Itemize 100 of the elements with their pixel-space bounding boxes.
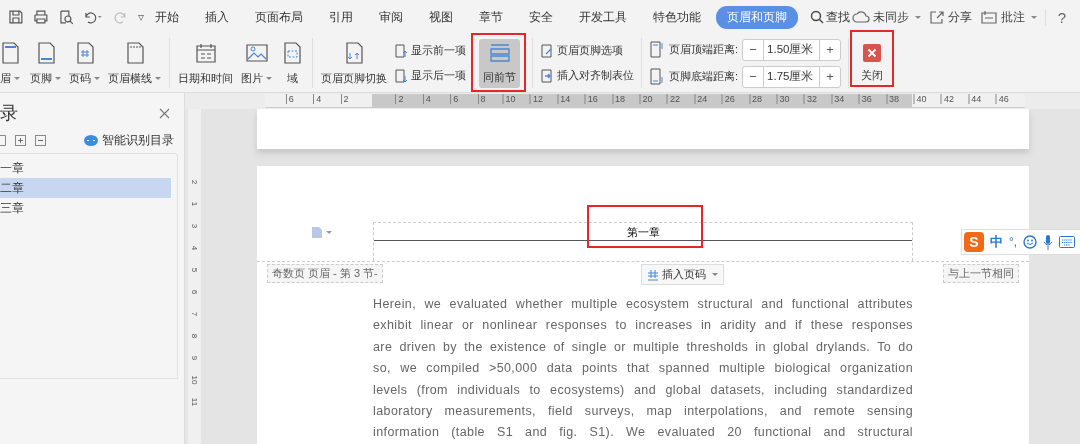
expand-icon[interactable] [15,134,26,146]
ruler-number: 16 [584,94,598,104]
close-icon [863,43,882,62]
decrease-button[interactable]: − [743,66,764,87]
ruler-number: 46 [995,94,1009,104]
close-icon[interactable] [159,107,170,119]
punctuation-toggle[interactable]: °, [1009,235,1018,249]
ruler-number: 4 [422,94,431,104]
distance-label: 页脚底端距离: [669,69,739,84]
ruler-number: 30 [776,94,790,104]
ruler-number: 34 [831,94,845,104]
distance-field[interactable]: 1.50厘米 [763,39,821,60]
pagenum-button[interactable]: 页码 [65,38,104,88]
ruler-number: 24 [694,94,708,104]
show-next-button[interactable]: 显示后一项 [394,65,466,86]
share-icon [928,9,945,25]
share-button[interactable]: 分享 [928,8,972,26]
menu-tab[interactable]: 插入 [194,5,240,29]
toc-item[interactable]: 三章 [0,198,171,218]
section-label: 奇数页 页眉 - 第 3 节- [267,264,383,283]
highlight-frame [471,32,526,92]
increase-button[interactable]: + [820,39,841,60]
footer-button[interactable]: 页脚 [26,38,65,88]
ruler-number: 10 [502,94,516,104]
ruler-number: 20 [639,94,653,104]
header-button[interactable]: 眉 [0,38,26,88]
distance-field[interactable]: 1.75厘米 [763,66,821,87]
help-button[interactable]: ? [1044,8,1066,26]
ruler-number: 26 [721,94,735,104]
vertical-ruler: 2 1 3 4 5 6 7 8 9 10 11 [188,109,201,444]
menu-tab[interactable]: 视图 [418,5,464,29]
ruler-number: 44 [968,94,982,104]
find-button[interactable]: 查找 [810,8,850,26]
document-icon [540,42,554,59]
print-icon[interactable] [32,9,49,25]
ruler-number: 6 [285,94,294,104]
footer-margin-icon [649,68,665,85]
close-button[interactable]: 关闭 [853,43,892,83]
menu-tab[interactable]: 特色功能 [642,5,712,29]
header-margin-icon [649,41,665,58]
search-icon [810,10,824,24]
document-icon[interactable] [311,226,333,238]
page-number-icon [647,268,660,281]
document-icon [540,67,554,84]
microphone-icon[interactable] [1043,234,1054,250]
menu-tab[interactable]: 引用 [318,5,364,29]
ruler-number: 8 [477,94,486,104]
distance-label: 页眉顶端距离: [669,42,739,57]
smiley-icon[interactable] [1023,235,1038,249]
insert-tab-stop-button[interactable]: 插入对齐制表位 [540,65,634,86]
header-area[interactable]: 第一章 [373,222,913,261]
ruler-number: 40 [913,94,927,104]
ruler-number: 2 [340,94,349,104]
calendar-button[interactable]: 日期和时间 [174,38,237,88]
comment-button[interactable]: 批注 [979,8,1037,26]
decrease-button[interactable]: − [743,39,764,60]
comment-icon [979,9,998,25]
increase-button[interactable]: + [820,66,841,87]
menu-tab[interactable]: 开发工具 [568,5,638,29]
header-text: 第一章 [374,223,912,241]
ruler-number: 2 [395,94,404,104]
highlight-frame [850,29,895,87]
panel-title: 录 [0,102,18,125]
switch-button[interactable]: 页眉页脚切换 [317,38,391,88]
field-button[interactable]: 域 [276,38,308,88]
menu-tab[interactable]: 安全 [518,5,564,29]
toc-item[interactable]: 二章 [0,178,171,198]
menu-tab[interactable]: 审阅 [368,5,414,29]
menu-tab[interactable]: 开始 [144,5,190,29]
insert-page-number-button[interactable]: 插入页码 [641,264,725,285]
menu-tab[interactable]: 页面布局 [244,5,314,29]
ruler-number: 12 [529,94,543,104]
ruler-number: 32 [803,94,817,104]
sync-button[interactable]: 未同步 [851,8,921,26]
ruler-number: 14 [557,94,571,104]
header-footer-options-button[interactable]: 页眉页脚选项 [540,40,634,61]
save-icon[interactable] [8,9,24,25]
same-as-previous-button[interactable]: 同前节 [479,38,520,88]
cloud-icon [851,10,870,24]
eye-icon [84,134,98,146]
ruler-number: 42 [940,94,954,104]
image-button[interactable]: 图片 [237,38,276,88]
ruler-number: 36 [858,94,872,104]
print-preview-icon[interactable] [57,9,74,25]
rule-button[interactable]: 页眉横线 [104,38,165,88]
ruler-number: 38 [886,94,900,104]
ruler-number: 6 [450,94,459,104]
menu-tab[interactable]: 章节 [468,5,514,29]
input-mode-toggle[interactable]: 中 [990,233,1003,251]
toc-item[interactable]: 一章 [0,158,171,178]
same-as-previous-label: 与上一节相同 [943,264,1019,283]
customize-toolbar-button[interactable]: ▿ [138,10,144,24]
collapse-icon[interactable] [35,134,46,146]
smart-toc-button[interactable]: 智能识别目录 [84,132,174,148]
ruler-number: 28 [749,94,763,104]
keyboard-icon[interactable] [1059,236,1076,248]
ruler-number: 22 [666,94,680,104]
ruler-number: 18 [612,94,626,104]
ruler-number: 4 [313,94,322,104]
show-previous-button[interactable]: 显示前一项 [394,40,466,61]
